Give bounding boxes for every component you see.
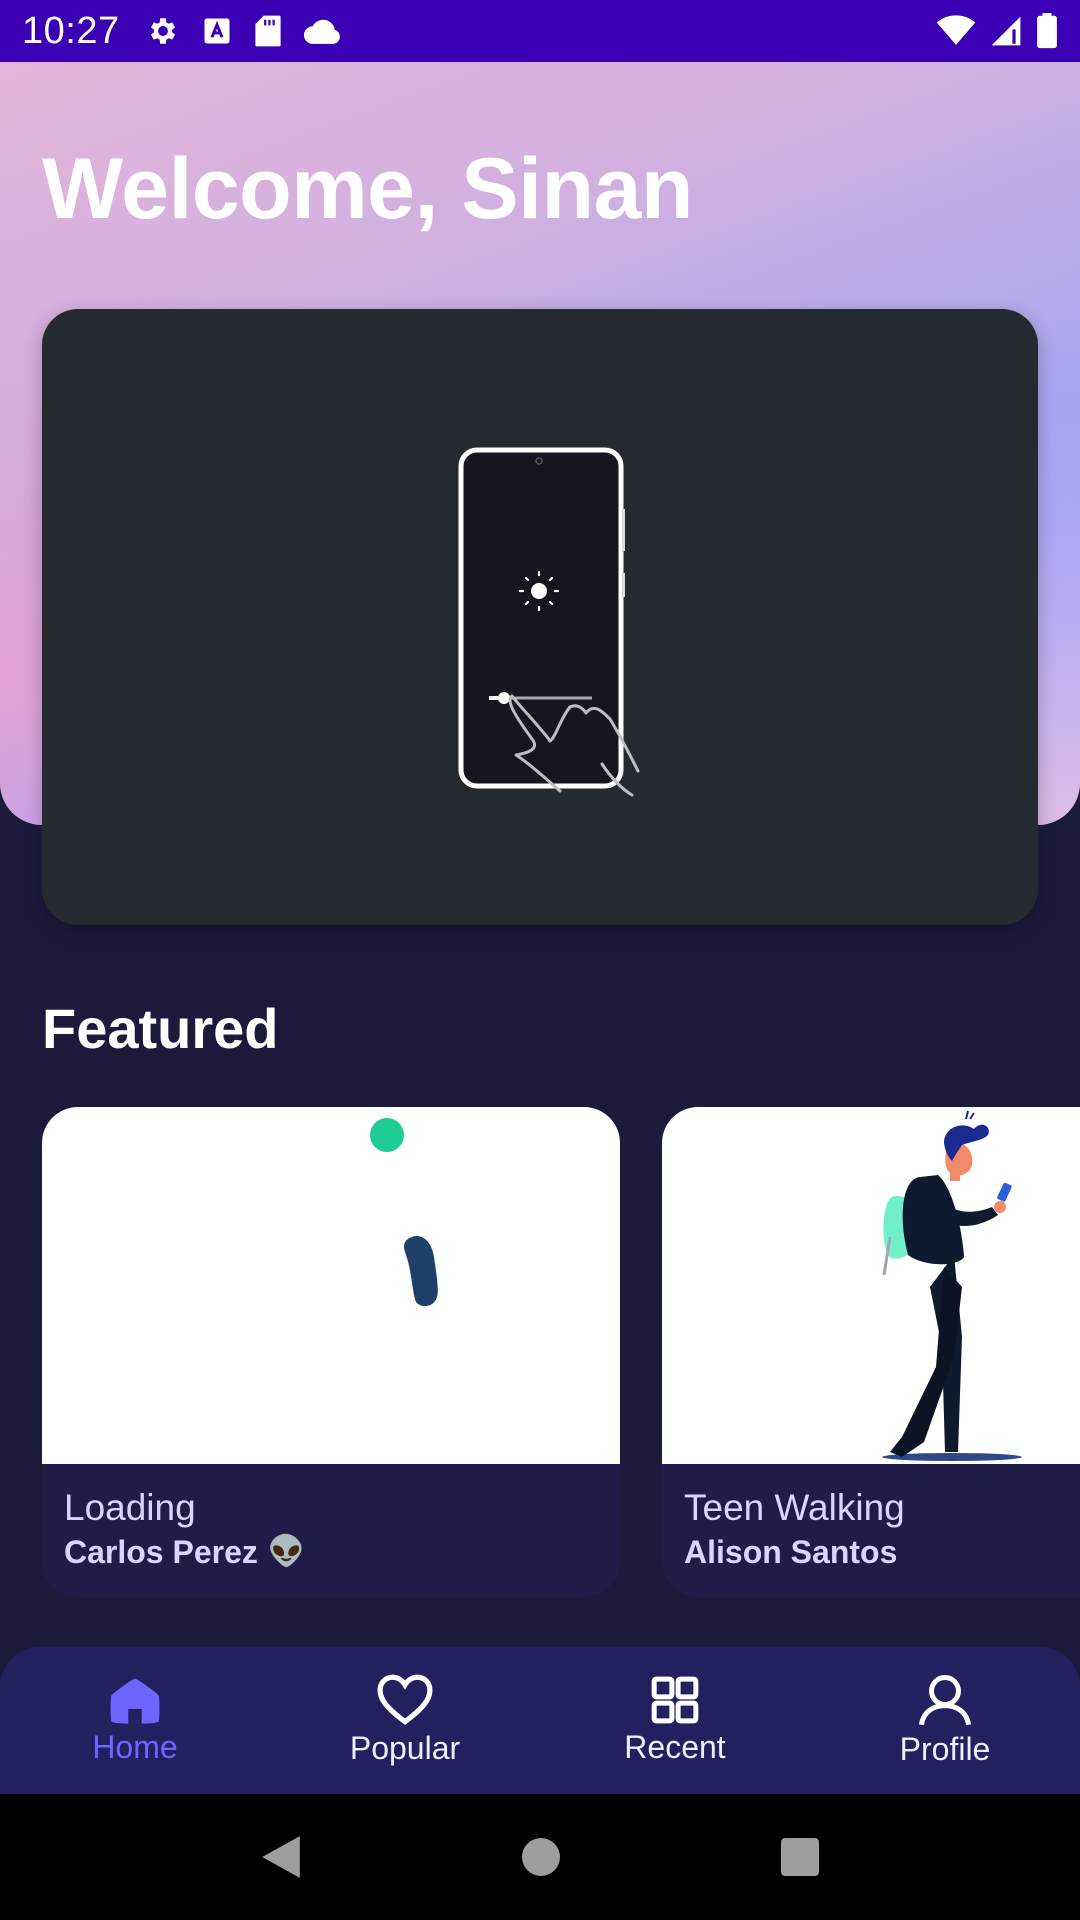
heart-icon [376, 1674, 434, 1726]
welcome-title: Welcome, Sinan [42, 141, 693, 237]
nav-label-profile: Profile [899, 1731, 991, 1767]
status-bar: 10:27 [0, 0, 1080, 62]
card-author-name: Alison Santos [684, 1534, 898, 1570]
wifi-icon [936, 15, 976, 47]
card-title: Teen Walking [684, 1487, 905, 1528]
nav-label-recent: Recent [624, 1729, 726, 1765]
nav-item-recent[interactable]: Recent [540, 1675, 810, 1766]
grid-icon [650, 1675, 700, 1725]
nav-item-profile[interactable]: Profile [810, 1673, 1080, 1768]
status-icons-right [936, 13, 1058, 49]
nav-item-home[interactable]: Home [0, 1675, 270, 1766]
cloud-icon [303, 17, 342, 45]
card-author: Carlos Perez 👽 [64, 1532, 598, 1572]
home-circle-icon[interactable] [521, 1837, 561, 1877]
a-icon [202, 16, 232, 46]
card-image-loading-animation [42, 1107, 620, 1464]
app-screen: 10:27 Welcome, Sinan Featured Loading Ca… [0, 0, 1080, 1920]
status-icons-left [146, 14, 342, 48]
card-info: Loading Carlos Perez 👽 [42, 1464, 620, 1597]
card-info: Teen Walking Alison Santos [662, 1464, 1080, 1597]
nav-label-home: Home [92, 1729, 178, 1765]
signal-icon [990, 15, 1022, 47]
hero-card[interactable] [42, 309, 1038, 925]
card-author: Alison Santos [684, 1532, 1080, 1572]
system-navigation-bar [0, 1794, 1080, 1920]
sd-card-icon [254, 14, 282, 48]
status-time: 10:27 [22, 9, 120, 52]
nav-label-popular: Popular [349, 1730, 461, 1766]
battery-icon [1036, 13, 1058, 49]
recents-square-icon[interactable] [780, 1837, 820, 1877]
card-image-teen-walking [662, 1107, 1080, 1464]
nav-item-popular[interactable]: Popular [270, 1674, 540, 1767]
home-icon [108, 1675, 162, 1725]
phone-brightness-swipe-illustration [458, 447, 640, 797]
card-author-name: Carlos Perez [64, 1534, 258, 1570]
card-title: Loading [64, 1487, 196, 1528]
alien-emoji: 👽 [267, 1535, 306, 1568]
back-icon[interactable] [260, 1834, 302, 1880]
featured-card-teen-walking[interactable]: Teen Walking Alison Santos [662, 1107, 1080, 1597]
gear-icon [146, 14, 180, 48]
featured-card-loading[interactable]: Loading Carlos Perez 👽 [42, 1107, 620, 1597]
bottom-navigation: Home Popular Recent Profile [0, 1647, 1080, 1794]
featured-section-title: Featured [42, 997, 279, 1060]
profile-icon [918, 1673, 972, 1727]
